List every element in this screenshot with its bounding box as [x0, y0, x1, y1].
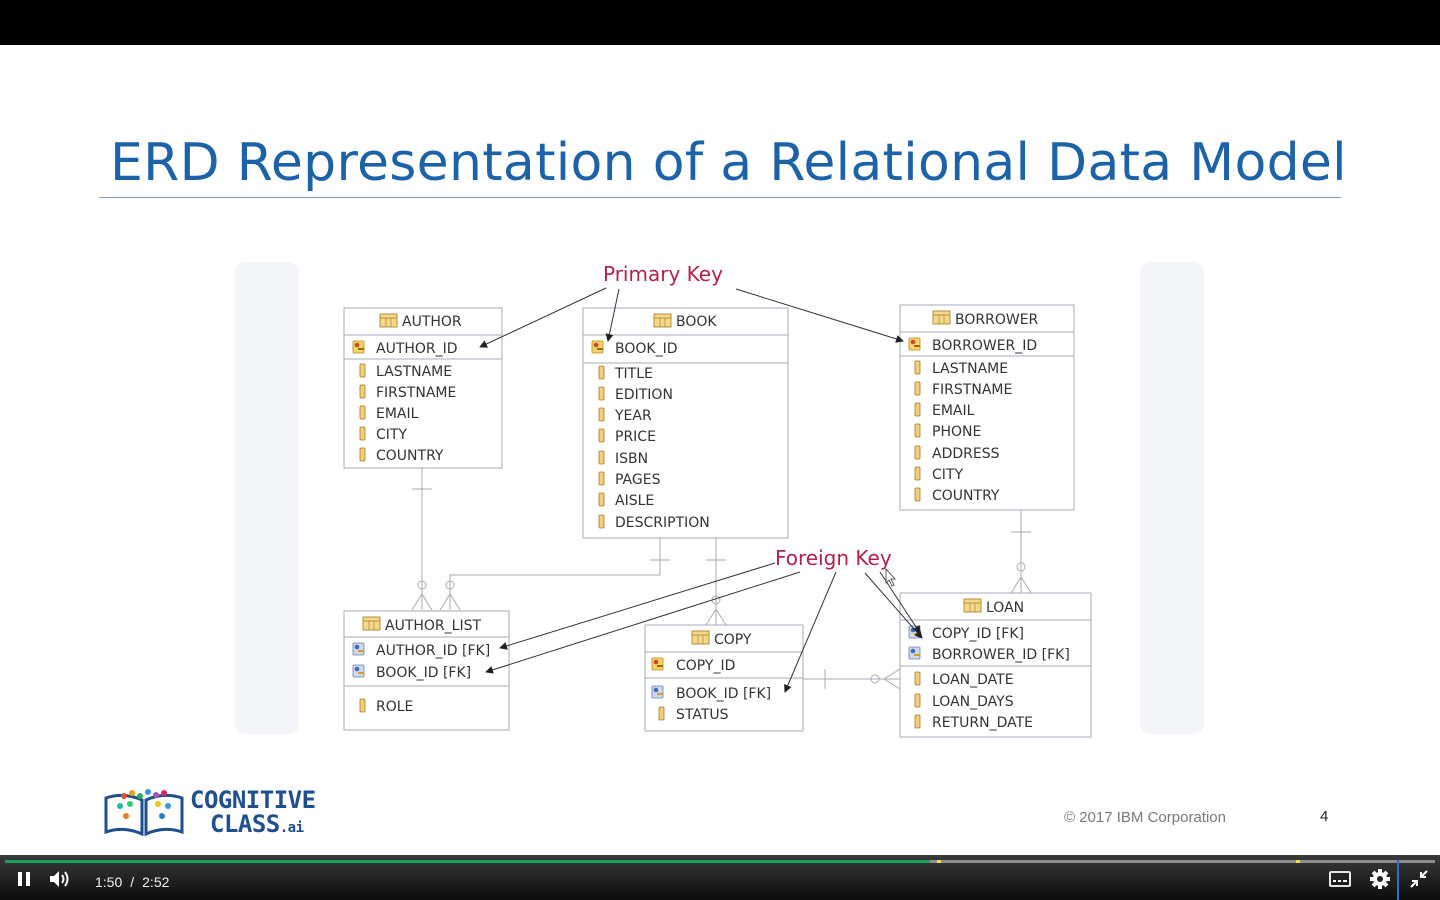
chapter-marker [937, 860, 942, 863]
volume-button[interactable] [48, 869, 72, 889]
captions-button[interactable] [1328, 869, 1352, 889]
logo-line-2: CLASS [210, 810, 280, 838]
foreign-key-field: BOOK_ID [FK] [376, 665, 471, 681]
primary-key-field: COPY_ID [676, 658, 735, 674]
field: YEAR [614, 408, 652, 424]
foreign-key-field: BORROWER_ID [FK] [932, 647, 1070, 663]
foreign-key-field: BOOK_ID [FK] [676, 686, 771, 702]
primary-key-icon [352, 340, 365, 354]
table-icon [379, 313, 398, 328]
field: EDITION [615, 387, 673, 403]
table-icon [963, 598, 982, 613]
entity-name: LOAN [986, 600, 1024, 616]
primary-key-field: BORROWER_ID [932, 338, 1037, 354]
primary-key-callout: Primary Key [603, 262, 723, 286]
field: COUNTRY [932, 488, 1000, 504]
entity-name: BOOK [676, 314, 717, 330]
progress-bar[interactable] [5, 860, 1435, 863]
primary-key-icon [651, 657, 664, 671]
entity-copy: COPY COPY_ID BOOK_ID [FK] STATUS [644, 624, 804, 732]
foreign-key-callout: Foreign Key [775, 546, 892, 570]
field: FIRSTNAME [376, 385, 456, 401]
table-icon [362, 616, 381, 631]
foreign-key-field: AUTHOR_ID [FK] [376, 643, 490, 659]
field: ISBN [615, 451, 648, 467]
erd-diagram: AUTHOR AUTHOR_ID LASTNAME FIRSTNAME EMAI… [235, 262, 1204, 738]
current-time: 1:50 [95, 874, 123, 890]
letterbox-top [0, 0, 1440, 45]
field: DESCRIPTION [615, 515, 710, 531]
duration: 2:52 [142, 874, 170, 890]
exit-fullscreen-icon [1410, 870, 1428, 888]
entity-borrower: BORROWER BORROWER_ID LASTNAME FIRSTNAME … [899, 304, 1075, 511]
captions-icon [1329, 871, 1351, 887]
field: PRICE [615, 429, 656, 445]
field: RETURN_DATE [932, 715, 1033, 731]
field: ADDRESS [932, 446, 1000, 462]
field: LASTNAME [932, 361, 1008, 377]
logo-book-icon [104, 789, 184, 837]
logo-suffix: .ai [279, 820, 304, 836]
field: CITY [932, 467, 963, 483]
field: PAGES [615, 472, 661, 488]
foreign-key-field: COPY_ID [FK] [932, 626, 1024, 642]
chapter-marker [1296, 860, 1301, 863]
progress-played [5, 860, 931, 863]
field: COUNTRY [376, 448, 444, 464]
foreign-key-icon [908, 646, 921, 660]
field: LOAN_DAYS [932, 694, 1014, 710]
field: AISLE [615, 493, 654, 509]
table-icon [653, 313, 672, 328]
primary-key-icon [908, 337, 921, 351]
video-controls: 1:50 / 2:52 [0, 855, 1440, 900]
entity-name: AUTHOR_LIST [385, 618, 481, 634]
primary-key-field: BOOK_ID [615, 341, 678, 357]
field: EMAIL [376, 406, 419, 422]
field: CITY [376, 427, 407, 443]
foreign-key-icon [352, 664, 365, 678]
pause-icon [18, 872, 30, 886]
page-number: 4 [1320, 808, 1329, 825]
entity-name: AUTHOR [402, 314, 462, 330]
field: LOAN_DATE [932, 672, 1014, 688]
slide: ERD Representation of a Relational Data … [0, 45, 1440, 855]
field: FIRSTNAME [932, 382, 1012, 398]
exit-fullscreen-button[interactable] [1407, 869, 1431, 889]
primary-key-field: AUTHOR_ID [376, 341, 458, 357]
table-icon [691, 630, 710, 645]
foreign-key-icon [908, 625, 921, 639]
settings-button[interactable] [1368, 869, 1392, 889]
volume-icon [50, 871, 69, 887]
field: PHONE [932, 424, 981, 440]
copyright-text: © 2017 IBM Corporation [1064, 809, 1226, 826]
foreign-key-icon [352, 642, 365, 656]
table-icon [932, 310, 951, 325]
foreign-key-icon [651, 685, 664, 699]
field: TITLE [614, 366, 653, 382]
field: STATUS [676, 707, 729, 723]
field: EMAIL [932, 403, 975, 419]
entity-name: BORROWER [955, 312, 1039, 328]
primary-key-icon [591, 340, 604, 354]
entity-book: BOOK BOOK_ID TITLE EDITION YEAR PRICE IS… [582, 307, 789, 539]
settings-icon [1370, 869, 1390, 889]
entity-loan: LOAN COPY_ID [FK] BORROWER_ID [FK] LOAN_… [899, 592, 1092, 738]
cognitive-class-logo: COGNITIVE CLASS.ai [102, 786, 332, 842]
field: ROLE [376, 699, 413, 715]
entity-author: AUTHOR AUTHOR_ID LASTNAME FIRSTNAME EMAI… [343, 307, 503, 469]
play-pause-button[interactable] [13, 869, 35, 889]
time-display: 1:50 / 2:52 [95, 874, 169, 890]
field: LASTNAME [376, 364, 452, 380]
entity-name: COPY [714, 632, 752, 648]
time-separator: / [130, 874, 135, 890]
entity-author-list: AUTHOR_LIST AUTHOR_ID [FK] BOOK_ID [FK] … [343, 610, 510, 731]
